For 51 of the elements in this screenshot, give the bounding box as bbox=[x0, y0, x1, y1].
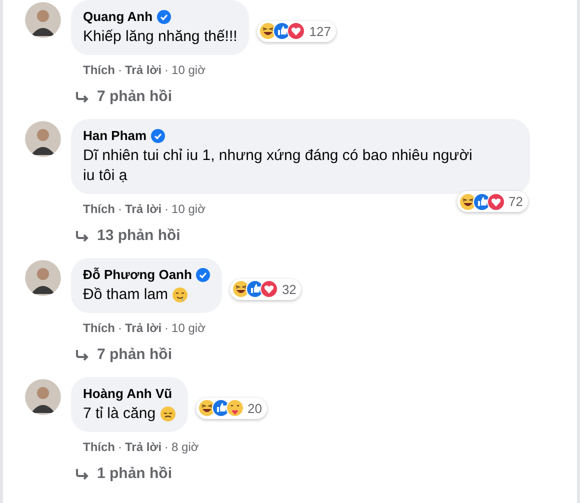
action-link[interactable]: Thích bbox=[83, 438, 115, 456]
smiling-face-icon bbox=[172, 286, 188, 302]
reaction-summary[interactable]: 127 bbox=[257, 20, 336, 42]
separator-dot: · bbox=[164, 320, 169, 336]
reply-arrow-icon bbox=[75, 90, 89, 103]
avatar[interactable] bbox=[25, 121, 61, 157]
comment-text: 7 tỉ là căng bbox=[83, 404, 156, 424]
reaction-summary[interactable]: 20 bbox=[196, 398, 268, 419]
author-name[interactable]: Han Pham bbox=[83, 126, 147, 146]
comment-text: Đồ tham lam bbox=[83, 284, 168, 304]
action-link[interactable]: Trả lời bbox=[125, 318, 162, 336]
separator-dot: · bbox=[164, 62, 169, 78]
reply-arrow-icon bbox=[75, 348, 89, 361]
action-link[interactable]: Thích bbox=[83, 200, 115, 218]
comment-text: Khiếp lăng nhăng thế!!! bbox=[83, 26, 238, 46]
view-replies-link[interactable]: 13 phản hồi bbox=[71, 224, 530, 247]
reaction-count: 20 bbox=[248, 400, 262, 418]
comment-text: Dĩ nhiên tui chỉ iu 1, nhưng xứng đáng có bao nhiêu người iu tôi ạ bbox=[83, 146, 474, 186]
comment-time[interactable]: 8 giờ bbox=[172, 438, 199, 456]
separator-dot: · bbox=[118, 438, 122, 456]
author-name[interactable]: Quang Anh bbox=[83, 7, 153, 26]
reaction-count: 72 bbox=[508, 192, 523, 211]
separator-dot: · bbox=[118, 62, 122, 78]
reply-arrow-icon bbox=[75, 230, 89, 242]
avatar[interactable] bbox=[25, 2, 61, 38]
hugging-face-icon bbox=[226, 399, 244, 418]
view-replies-link[interactable]: 1 phản hồi bbox=[71, 462, 268, 485]
comment-time[interactable]: 10 giờ bbox=[172, 200, 206, 218]
separator-dot: · bbox=[164, 438, 169, 456]
comment-time[interactable]: 10 giờ bbox=[172, 318, 206, 336]
action-link[interactable]: Trả lời bbox=[125, 438, 162, 456]
author-name[interactable]: Đỗ Phương Oanh bbox=[83, 265, 192, 284]
action-link[interactable]: Trả lời bbox=[125, 200, 162, 218]
view-replies-link[interactable]: 7 phản hồi bbox=[71, 86, 336, 108]
separator-dot: · bbox=[118, 320, 122, 336]
avatar[interactable] bbox=[25, 379, 61, 415]
action-link[interactable]: Thích bbox=[83, 318, 115, 336]
comment-time[interactable]: 10 giờ bbox=[172, 60, 206, 78]
reaction-summary[interactable]: 72 bbox=[456, 190, 528, 212]
reaction-count: 127 bbox=[309, 22, 331, 40]
tired-face-icon bbox=[160, 406, 176, 422]
reaction-count: 32 bbox=[282, 280, 296, 298]
reaction-summary[interactable]: 32 bbox=[230, 278, 302, 300]
action-link[interactable]: Trả lời bbox=[125, 60, 162, 78]
avatar[interactable] bbox=[25, 260, 61, 296]
reply-arrow-icon bbox=[75, 468, 89, 480]
view-replies-link[interactable]: 7 phản hồi bbox=[71, 344, 302, 366]
separator-dot: · bbox=[164, 200, 169, 218]
separator-dot: · bbox=[118, 200, 122, 218]
author-name[interactable]: Hoàng Anh Vũ bbox=[83, 384, 172, 404]
action-link[interactable]: Thích bbox=[83, 60, 115, 78]
